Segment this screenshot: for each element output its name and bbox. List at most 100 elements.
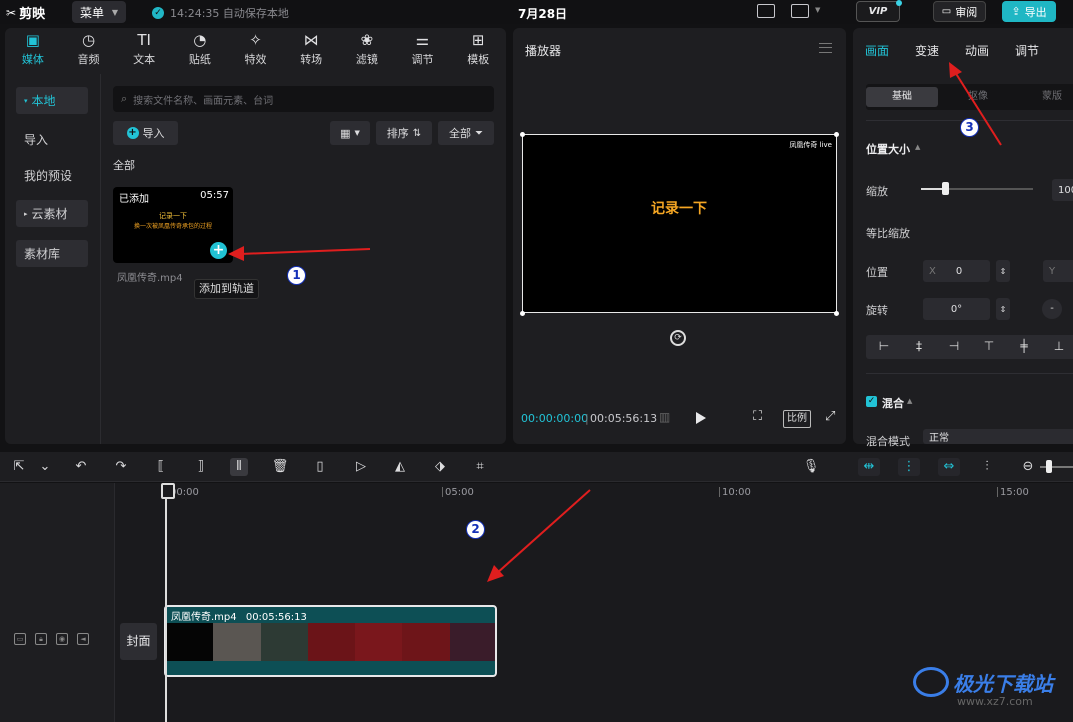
add-to-track-button[interactable]: + <box>210 242 227 259</box>
cover-button[interactable]: 封面 <box>120 623 157 660</box>
align-bottom-icon[interactable]: ⊥ <box>1051 339 1067 353</box>
video-clip[interactable]: 凤凰传奇.mp4 00:05:56:13 <box>164 605 497 677</box>
undo-icon[interactable]: ↶ <box>72 458 90 476</box>
tab-picture[interactable]: 画面 <box>865 42 889 59</box>
scale-value-field[interactable]: 100% <box>1052 179 1073 201</box>
split-left-icon[interactable]: ⟧ <box>192 458 210 476</box>
microphone-icon[interactable]: 🎙︎ <box>802 458 820 476</box>
mirror-icon[interactable]: ◭ <box>391 458 409 476</box>
save-status: ✓ 14:24:35 自动保存本地 <box>152 5 289 21</box>
auto-snap-icon[interactable]: ⇹ <box>858 458 880 476</box>
timeline-ruler[interactable]: 00:00 05:00 10:00 15:00 <box>115 483 1073 503</box>
zoom-slider[interactable] <box>1040 466 1073 468</box>
resize-handle[interactable] <box>834 132 839 137</box>
nav-import[interactable]: 导入 <box>16 126 88 153</box>
zoom-out-icon[interactable]: ⊖ <box>1019 458 1037 476</box>
tab-adjust[interactable]: 调节 <box>1015 42 1039 59</box>
vip-button[interactable]: VIP <box>856 0 902 22</box>
rotate-stepper[interactable]: ⇕ <box>996 298 1010 320</box>
fullscreen-focus-icon[interactable]: ⛶ <box>753 409 762 424</box>
ruler-tick <box>442 487 443 497</box>
expand-icon[interactable]: ⤢ <box>825 409 835 424</box>
tab-transition[interactable]: ⋈ 转场 <box>283 28 339 70</box>
media-thumbnail[interactable]: 已添加 05:57 记录一下 换一次被凤凰传奇承包的过程 + <box>113 187 233 263</box>
position-x-field[interactable]: X 0 <box>923 260 990 282</box>
align-top-icon[interactable]: ⊤ <box>981 339 997 353</box>
tab-media[interactable]: ▣ 媒体 <box>5 28 61 70</box>
rotate-icon[interactable]: ⟳ <box>670 330 686 346</box>
select-chevron-icon[interactable]: ⌄ <box>36 458 54 476</box>
tab-template[interactable]: ⊞ 模板 <box>450 28 506 70</box>
tab-animation[interactable]: 动画 <box>965 42 989 59</box>
layout-chevron-icon[interactable]: ▼ <box>815 6 820 14</box>
media-icon: ▣ <box>25 30 40 49</box>
nav-local[interactable]: ▾ 本地 <box>16 87 88 114</box>
review-button[interactable]: ▭ 审阅 <box>933 1 986 22</box>
redo-icon[interactable]: ↷ <box>112 458 130 476</box>
eye-icon[interactable]: ◉ <box>56 633 68 645</box>
reverse-icon[interactable]: ▷ <box>352 458 370 476</box>
nav-cloud[interactable]: ▸ 云素材 <box>16 200 88 227</box>
rotate-dial[interactable]: - <box>1042 299 1062 319</box>
nav-my-presets[interactable]: 我的预设 <box>16 162 88 189</box>
playhead[interactable] <box>161 483 175 722</box>
blend-checkbox[interactable]: ✓ <box>866 396 877 407</box>
zoom-slider-thumb[interactable] <box>1046 460 1052 473</box>
align-center-v-icon[interactable]: ╪ <box>1016 339 1032 353</box>
linkage-icon[interactable]: ⇔ <box>938 458 960 476</box>
freeze-icon[interactable]: ▯ <box>311 458 329 476</box>
filter-button[interactable]: 全部 ⏷ <box>438 121 494 145</box>
rotate-clip-icon[interactable]: ⬗ <box>431 458 449 476</box>
collapse-icon[interactable]: ▲ <box>915 143 920 151</box>
tab-effects[interactable]: ✧ 特效 <box>228 28 284 70</box>
crop-icon[interactable]: ⌗ <box>471 458 489 476</box>
uniform-scale-label: 等比缩放 <box>866 227 910 240</box>
delete-icon[interactable]: 🗑︎ <box>271 458 289 476</box>
tab-sticker[interactable]: ◔ 贴纸 <box>172 28 228 70</box>
align-center-h-icon[interactable]: ‡ <box>911 339 927 353</box>
blend-heading: 混合 <box>882 397 904 410</box>
split-icon[interactable]: ⟦ <box>152 458 170 476</box>
hamburger-menu-icon[interactable] <box>819 43 832 53</box>
select-icon[interactable]: ⇱ <box>10 458 28 476</box>
layout-icon[interactable] <box>791 4 809 18</box>
menu-button[interactable]: 菜单 ▼ <box>72 1 126 23</box>
tab-text[interactable]: TI 文本 <box>116 28 172 70</box>
ratio-button[interactable]: 比例 <box>783 410 811 428</box>
align-right-icon[interactable]: ⊣ <box>946 339 962 353</box>
notification-dot <box>896 0 902 6</box>
lock-icon[interactable]: 🔒︎ <box>35 633 47 645</box>
volume-icon[interactable]: ◄ <box>77 633 89 645</box>
align-left-icon[interactable]: ⊢ <box>876 339 892 353</box>
waveform-icon[interactable]: ▥ <box>659 410 670 424</box>
rotate-field[interactable]: 0° <box>923 298 990 320</box>
ruler-tick-label: 05:00 <box>445 487 474 498</box>
collapse-icon[interactable]: ▲ <box>907 397 912 405</box>
preview-axis-icon[interactable]: ⋮ <box>898 458 920 476</box>
blend-mode-select[interactable]: 正常 <box>923 429 1073 444</box>
position-y-field[interactable]: Y <box>1043 260 1073 282</box>
tab-adjust[interactable]: ⚌ 调节 <box>395 28 451 70</box>
subtab-basic[interactable]: 基础 <box>866 87 938 107</box>
preview-screen[interactable]: 凤凰传奇 live 记录一下 <box>522 134 837 313</box>
split-view-icon[interactable]: ⫶ <box>978 458 996 476</box>
nav-library[interactable]: 素材库 <box>16 240 88 267</box>
split-right-icon[interactable]: ⫴ <box>230 458 248 476</box>
tab-audio[interactable]: ◷ 音频 <box>61 28 117 70</box>
export-button[interactable]: ⇪ 导出 <box>1002 1 1056 22</box>
tab-speed[interactable]: 变速 <box>915 42 939 59</box>
subtab-mask[interactable]: 蒙版 <box>1016 87 1073 107</box>
resize-handle[interactable] <box>520 132 525 137</box>
play-icon[interactable] <box>696 412 706 424</box>
sort-button[interactable]: 排序 ⇅ <box>376 121 432 145</box>
view-mode-button[interactable]: ▦ ▼ <box>330 121 370 145</box>
tab-filter[interactable]: ❀ 滤镜 <box>339 28 395 70</box>
search-input[interactable]: ⌕ 搜索文件名称、画面元素、台词 <box>113 86 494 112</box>
keyboard-shortcut-icon[interactable] <box>757 4 775 18</box>
scale-slider-thumb[interactable] <box>942 182 949 195</box>
resize-handle[interactable] <box>834 311 839 316</box>
position-x-stepper[interactable]: ⇕ <box>996 260 1010 282</box>
import-button[interactable]: + 导入 <box>113 121 178 145</box>
subtab-matting[interactable]: 抠像 <box>942 87 1014 107</box>
resize-handle[interactable] <box>520 311 525 316</box>
